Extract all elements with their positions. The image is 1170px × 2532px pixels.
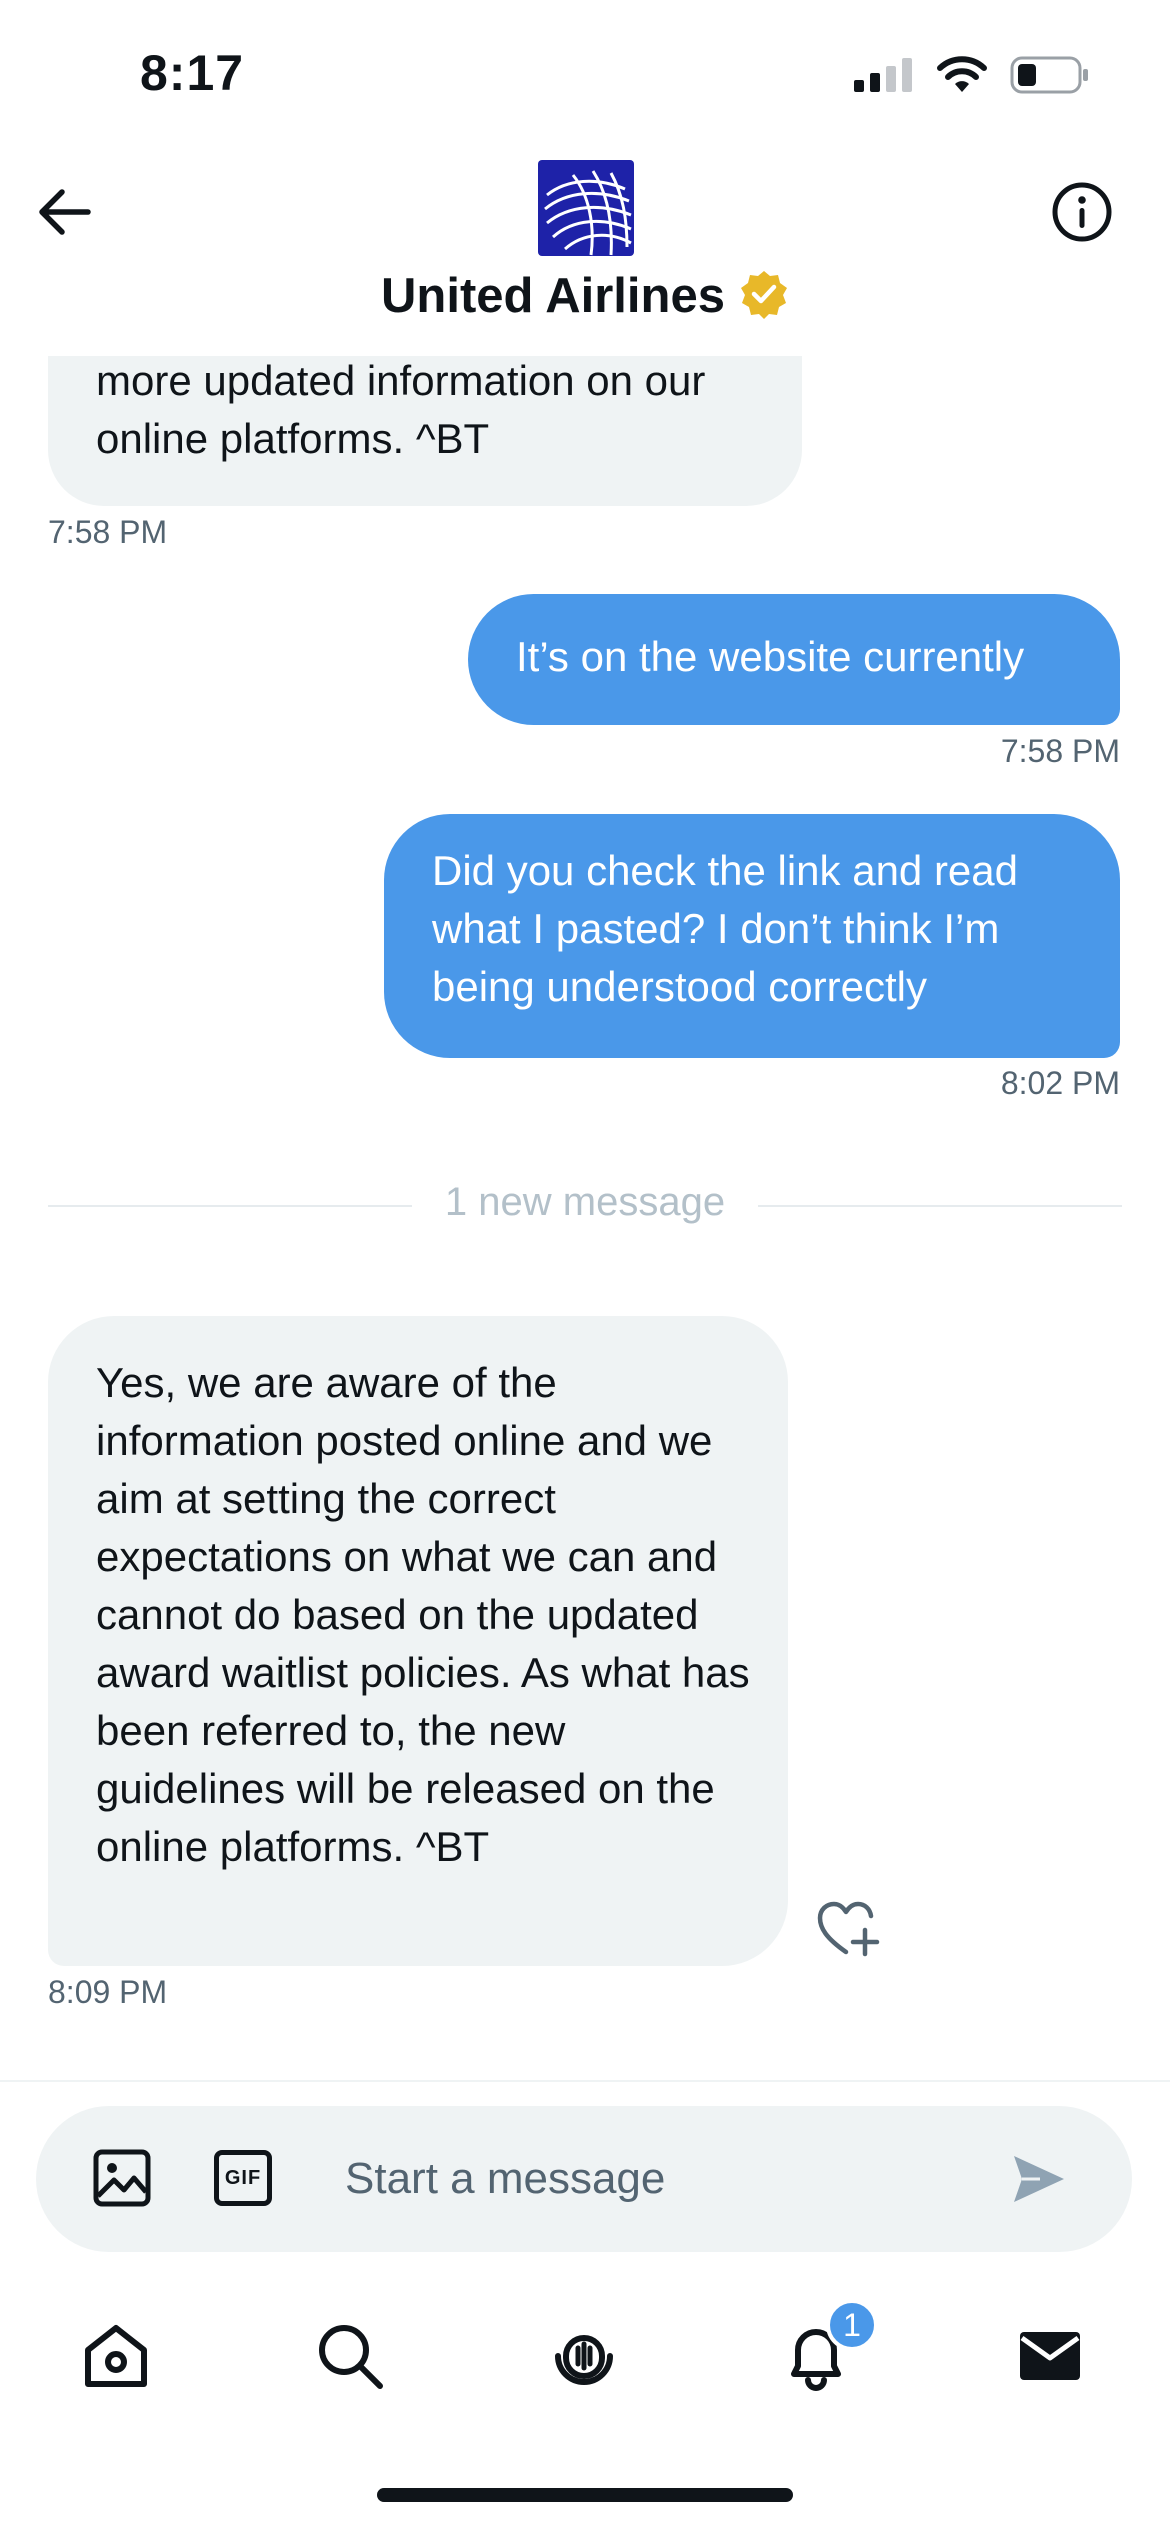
united-globe-logo xyxy=(538,160,634,256)
tab-search[interactable] xyxy=(302,2308,398,2404)
message-input[interactable] xyxy=(345,2146,945,2212)
new-message-separator: 1 new message xyxy=(444,1180,726,1224)
verified-badge-icon xyxy=(739,269,789,324)
media-button[interactable] xyxy=(92,2148,152,2208)
wifi-icon xyxy=(936,56,988,99)
message-bubble-outgoing[interactable]: It’s on the website currently xyxy=(468,594,1120,725)
gif-button[interactable]: GIF xyxy=(214,2150,272,2206)
message-text: It’s on the website currently xyxy=(516,633,1025,680)
message-timestamp: 7:58 PM xyxy=(1000,733,1120,769)
message-bubble-outgoing[interactable]: Did you check the link and read what I p… xyxy=(384,814,1120,1058)
message-timestamp: 8:09 PM xyxy=(48,1974,168,2010)
home-indicator xyxy=(377,2488,793,2502)
add-reaction-icon[interactable] xyxy=(816,1900,882,1960)
avatar[interactable] xyxy=(533,155,639,261)
gif-label: GIF xyxy=(224,2166,262,2189)
notifications-badge: 1 xyxy=(826,2299,878,2351)
back-arrow-icon xyxy=(39,189,91,235)
separator-line xyxy=(758,1205,1122,1207)
tab-messages[interactable] xyxy=(1002,2308,1098,2404)
home-icon xyxy=(85,2325,147,2387)
conversation-title: United Airlines xyxy=(381,269,725,323)
header-title-row[interactable]: United Airlines xyxy=(0,268,1170,324)
cellular-signal-icon xyxy=(854,58,914,97)
conversation-info-button[interactable] xyxy=(1046,176,1118,248)
tab-home[interactable] xyxy=(68,2308,164,2404)
status-icons xyxy=(854,56,1090,99)
battery-icon xyxy=(1010,56,1090,99)
messages-icon xyxy=(1020,2332,1080,2380)
search-icon xyxy=(319,2325,383,2389)
status-time: 8:17 xyxy=(140,45,245,101)
message-bubble-incoming[interactable]: more updated information on our online p… xyxy=(48,330,802,506)
message-text: Did you check the link and read what I p… xyxy=(432,847,1019,1010)
message-timestamp: 8:02 PM xyxy=(1000,1065,1120,1101)
image-icon xyxy=(93,2149,151,2207)
message-text: more updated information on our online p… xyxy=(96,357,706,462)
spaces-icon xyxy=(555,2335,613,2385)
send-button[interactable] xyxy=(1010,2152,1068,2206)
tab-spaces[interactable] xyxy=(536,2308,632,2404)
info-icon xyxy=(1052,182,1112,242)
composer-divider xyxy=(0,2080,1170,2082)
back-button[interactable] xyxy=(28,176,100,248)
message-text: Yes, we are aware of the information pos… xyxy=(96,1359,750,1870)
message-timestamp: 7:58 PM xyxy=(48,514,168,550)
message-bubble-incoming[interactable]: Yes, we are aware of the information pos… xyxy=(48,1316,788,1966)
send-icon xyxy=(1014,2156,1064,2202)
